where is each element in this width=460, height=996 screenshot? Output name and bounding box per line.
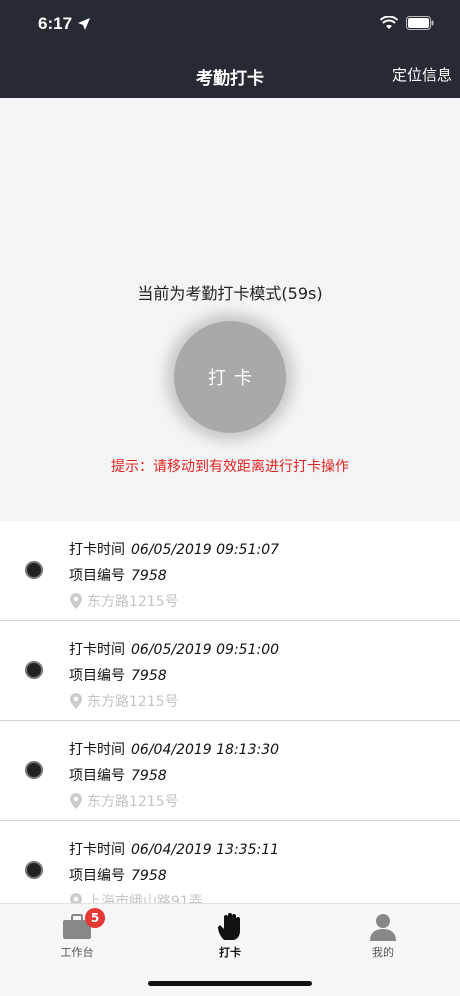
home-indicator <box>148 981 312 986</box>
status-indicators <box>380 16 434 30</box>
clock-in-button[interactable]: 打卡 <box>174 321 286 433</box>
status-time: 6:17 <box>38 14 73 33</box>
record-project: 项目编号 7958 <box>69 568 167 584</box>
record-list[interactable]: 打卡时间 06/05/2019 09:51:07 项目编号 7958 东方路1215… <box>0 521 460 903</box>
list-item[interactable]: 打卡时间 06/04/2019 18:13:30 项目编号 7958 东方路1215… <box>0 721 460 821</box>
location-info-button[interactable]: 定位信息 <box>392 64 452 85</box>
tab-label: 打卡 <box>219 946 241 959</box>
tab-clock-in[interactable]: 打卡 <box>180 912 280 960</box>
distance-hint: 提示：请移动到有效距离进行打卡操作 <box>111 459 349 475</box>
record-address: 东方路1215号 <box>69 791 179 811</box>
nav-bar: 考勤打卡 定位信息 <box>0 52 460 98</box>
record-project: 项目编号 7958 <box>69 868 167 884</box>
list-item[interactable]: 打卡时间 06/05/2019 09:51:07 项目编号 7958 东方路1215… <box>0 521 460 621</box>
hand-icon <box>218 913 240 940</box>
record-dot-icon <box>25 861 43 879</box>
map-pin-icon <box>70 893 82 903</box>
wifi-icon <box>380 16 398 29</box>
record-time: 打卡时间 06/04/2019 18:13:30 <box>69 742 280 758</box>
list-item[interactable]: 打卡时间 06/05/2019 09:51:00 项目编号 7958 东方路1215… <box>0 621 460 721</box>
record-time: 打卡时间 06/04/2019 13:35:11 <box>69 842 280 858</box>
record-dot-icon <box>25 661 43 679</box>
mode-text: 当前为考勤打卡模式(59s) <box>137 284 323 303</box>
map-pin-icon <box>70 593 82 609</box>
tab-mine[interactable]: 我的 <box>333 912 433 960</box>
map-pin-icon <box>70 793 82 809</box>
battery-icon <box>406 16 434 30</box>
tab-label: 我的 <box>372 946 394 959</box>
record-time: 打卡时间 06/05/2019 09:51:07 <box>69 542 280 558</box>
record-address: 上海市峨山路91弄 <box>69 891 203 903</box>
record-address: 东方路1215号 <box>69 691 179 711</box>
status-bar: 6:17 <box>0 0 460 52</box>
tab-workbench[interactable]: 5 工作台 <box>27 908 127 960</box>
list-item[interactable]: 打卡时间 06/04/2019 13:35:11 项目编号 7958 上海市峨山路9… <box>0 821 460 903</box>
record-dot-icon <box>25 761 43 779</box>
record-project: 项目编号 7958 <box>69 768 167 784</box>
map-pin-icon <box>70 693 82 709</box>
record-dot-icon <box>25 561 43 579</box>
tab-label: 工作台 <box>60 946 94 959</box>
record-address: 东方路1215号 <box>69 591 179 611</box>
record-time: 打卡时间 06/05/2019 09:51:00 <box>69 642 280 658</box>
location-arrow-icon <box>78 18 90 30</box>
record-project: 项目编号 7958 <box>69 668 167 684</box>
notification-badge: 5 <box>85 908 105 928</box>
person-icon <box>370 914 396 941</box>
